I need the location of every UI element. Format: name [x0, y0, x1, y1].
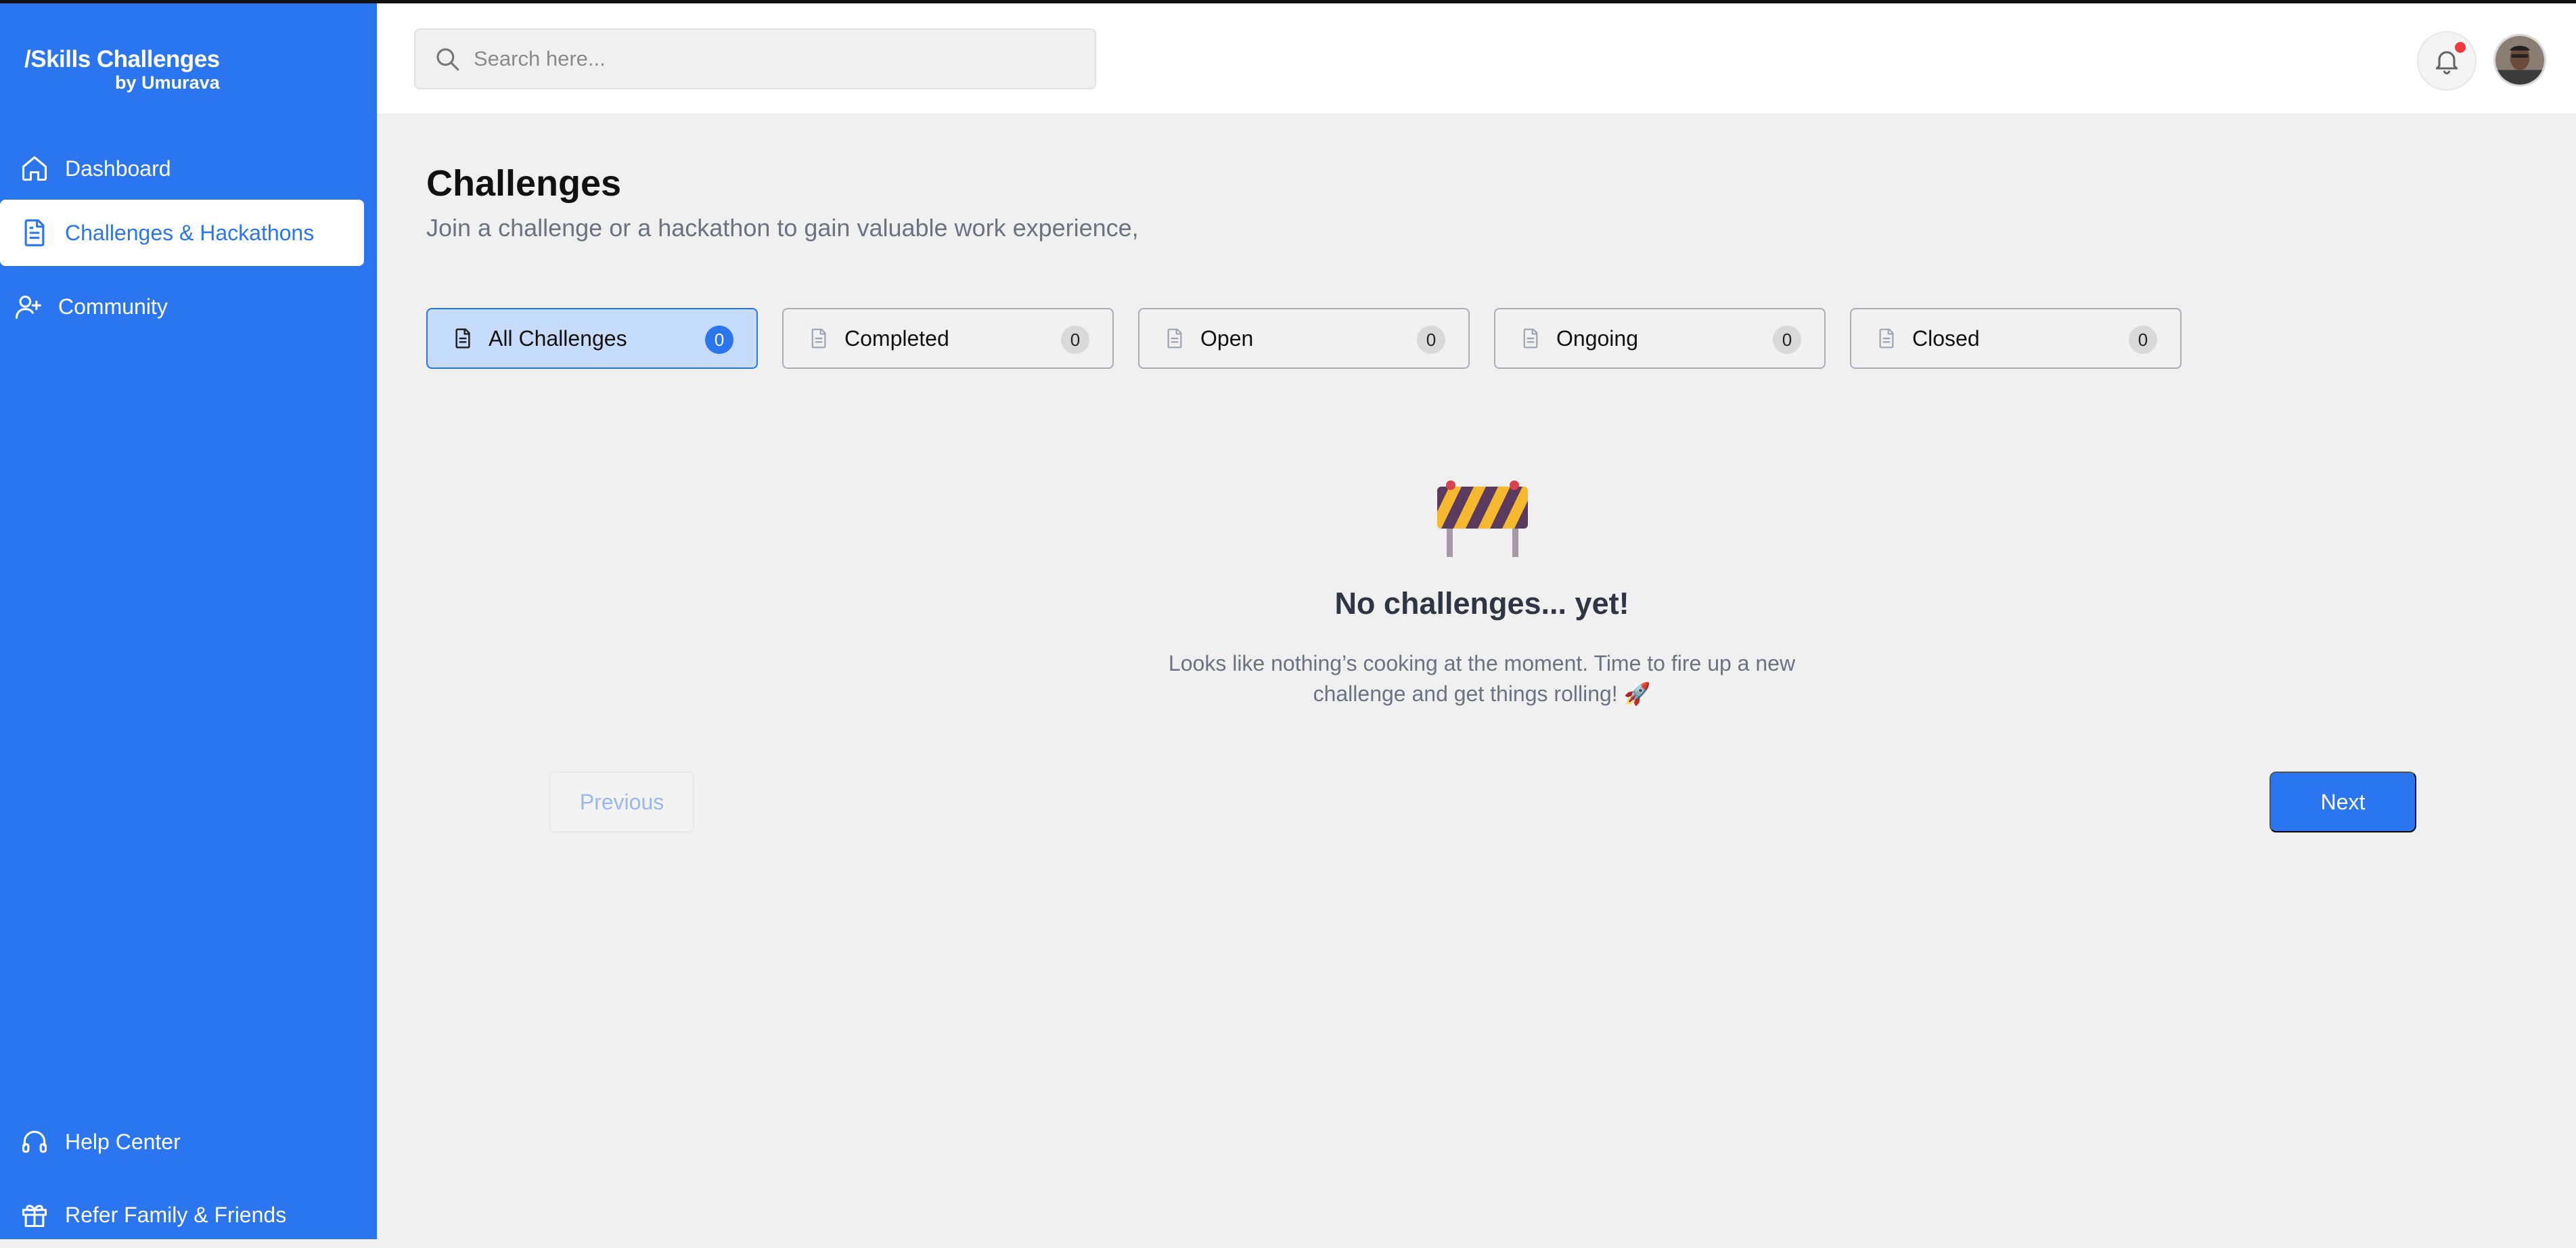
tab-label: Open	[1200, 326, 1254, 351]
empty-state-text: Looks like nothing’s cooking at the mome…	[1168, 651, 1796, 706]
brand-subtitle: by Umurava	[115, 72, 220, 93]
top-header	[377, 3, 2576, 114]
tab-label: All Challenges	[489, 326, 627, 351]
empty-state-title: No challenges... yet!	[1334, 586, 1629, 621]
tab-ongoing[interactable]: Ongoing 0	[1494, 308, 1826, 369]
next-button[interactable]: Next	[2269, 772, 2416, 832]
sidebar-item-label: Dashboard	[65, 156, 171, 181]
tab-all-challenges[interactable]: All Challenges 0	[426, 308, 758, 369]
construction-barrier-icon	[1437, 481, 1528, 557]
tab-count-badge: 0	[2129, 326, 2157, 354]
document-icon	[455, 328, 470, 349]
sidebar-item-challenges[interactable]: Challenges & Hackathons	[0, 200, 364, 266]
tab-label: Ongoing	[1556, 326, 1638, 351]
sidebar-item-label: Challenges & Hackathons	[65, 220, 315, 245]
tab-count-badge: 0	[1417, 326, 1445, 354]
headset-icon	[19, 1126, 50, 1157]
notifications-button[interactable]	[2417, 31, 2477, 91]
previous-button[interactable]: Previous	[549, 772, 694, 832]
tab-closed[interactable]: Closed 0	[1850, 308, 2182, 369]
document-icon	[1523, 328, 1538, 349]
tab-count-badge: 0	[1773, 326, 1801, 354]
sidebar-item-community[interactable]: Community	[0, 273, 364, 340]
brand-logo[interactable]: /Skills Challenges by Umurava	[24, 47, 220, 93]
sidebar-item-label: Refer Family & Friends	[65, 1202, 287, 1227]
document-icon	[19, 217, 50, 248]
gift-icon	[19, 1199, 50, 1230]
sidebar-item-refer[interactable]: Refer Family & Friends	[0, 1182, 364, 1248]
brand-title: /Skills Challenges	[24, 46, 220, 72]
tab-open[interactable]: Open 0	[1138, 308, 1470, 369]
user-plus-icon	[12, 291, 43, 322]
page-title: Challenges	[426, 163, 622, 204]
tab-label: Closed	[1912, 326, 1980, 351]
search-input[interactable]	[474, 47, 1083, 71]
sidebar: /Skills Challenges by Umurava Dashboard …	[0, 3, 377, 1239]
avatar[interactable]	[2493, 34, 2546, 87]
sidebar-item-help-center[interactable]: Help Center	[0, 1109, 364, 1175]
tab-count-badge: 0	[705, 326, 733, 354]
tab-count-badge: 0	[1061, 326, 1089, 354]
document-icon	[1879, 328, 1894, 349]
sidebar-item-label: Help Center	[65, 1129, 181, 1154]
notification-badge	[2455, 42, 2466, 53]
home-icon	[19, 153, 50, 184]
search-icon	[436, 48, 459, 71]
sidebar-item-dashboard[interactable]: Dashboard	[0, 135, 364, 202]
document-icon	[1167, 328, 1182, 349]
top-border	[0, 0, 2576, 3]
tab-completed[interactable]: Completed 0	[782, 308, 1114, 369]
document-icon	[811, 328, 826, 349]
search-box[interactable]	[414, 28, 1096, 89]
sidebar-item-label: Community	[58, 294, 168, 319]
page-subtitle: Join a challenge or a hackathon to gain …	[426, 214, 1139, 242]
tab-label: Completed	[844, 326, 949, 351]
